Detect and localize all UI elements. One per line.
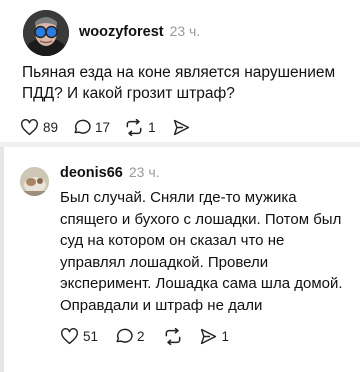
reply-actions: 51 2 1 [60,327,229,345]
post: woozyforest 23 ч. Пьяная езда на коне явл… [0,0,360,146]
post-text: Пьяная езда на коне является нарушением … [22,64,336,102]
comment-icon [116,328,133,343]
repost-button[interactable]: 1 [124,118,156,136]
reply-comment-button[interactable]: 2 [114,327,145,345]
share-icon [173,119,189,135]
comment-icon [74,119,91,134]
reply-share-count: 1 [221,328,230,344]
reply-timestamp: 23 ч. [128,164,160,180]
reply-text: Был случай. Сняли где-то мужика спящего … [60,189,343,314]
reply-username[interactable]: deonis66 [60,165,123,181]
reply-share-button[interactable]: 1 [199,328,230,345]
avatar-image [23,10,69,56]
repost-icon [126,118,142,136]
reply-repost-button[interactable] [163,327,187,345]
share-button[interactable] [172,119,195,136]
post-timestamp: 23 ч. [169,23,201,39]
post-author[interactable]: woozyforest 23 ч. [79,23,200,40]
comment-count: 17 [95,119,111,135]
repost-icon [165,327,180,345]
post-username[interactable]: woozyforest [79,24,164,40]
heart-icon [21,118,38,135]
reply-avatar[interactable] [20,167,49,196]
reply-avatar-image [20,167,49,196]
reply-comment-count: 2 [137,328,145,344]
like-count: 89 [43,119,59,135]
post-actions: 89 17 1 [20,118,195,136]
share-icon [200,328,216,344]
reply-like-button[interactable]: 51 [60,327,99,345]
reply-like-count: 51 [83,328,99,344]
heart-icon [61,327,78,344]
comment-button[interactable]: 17 [72,118,110,136]
divider [0,142,360,147]
thread-line [0,147,4,372]
like-button[interactable]: 89 [20,118,59,136]
reply-author[interactable]: deonis66 23 ч. [60,164,160,181]
repost-count: 1 [148,119,156,135]
avatar[interactable] [23,10,69,56]
